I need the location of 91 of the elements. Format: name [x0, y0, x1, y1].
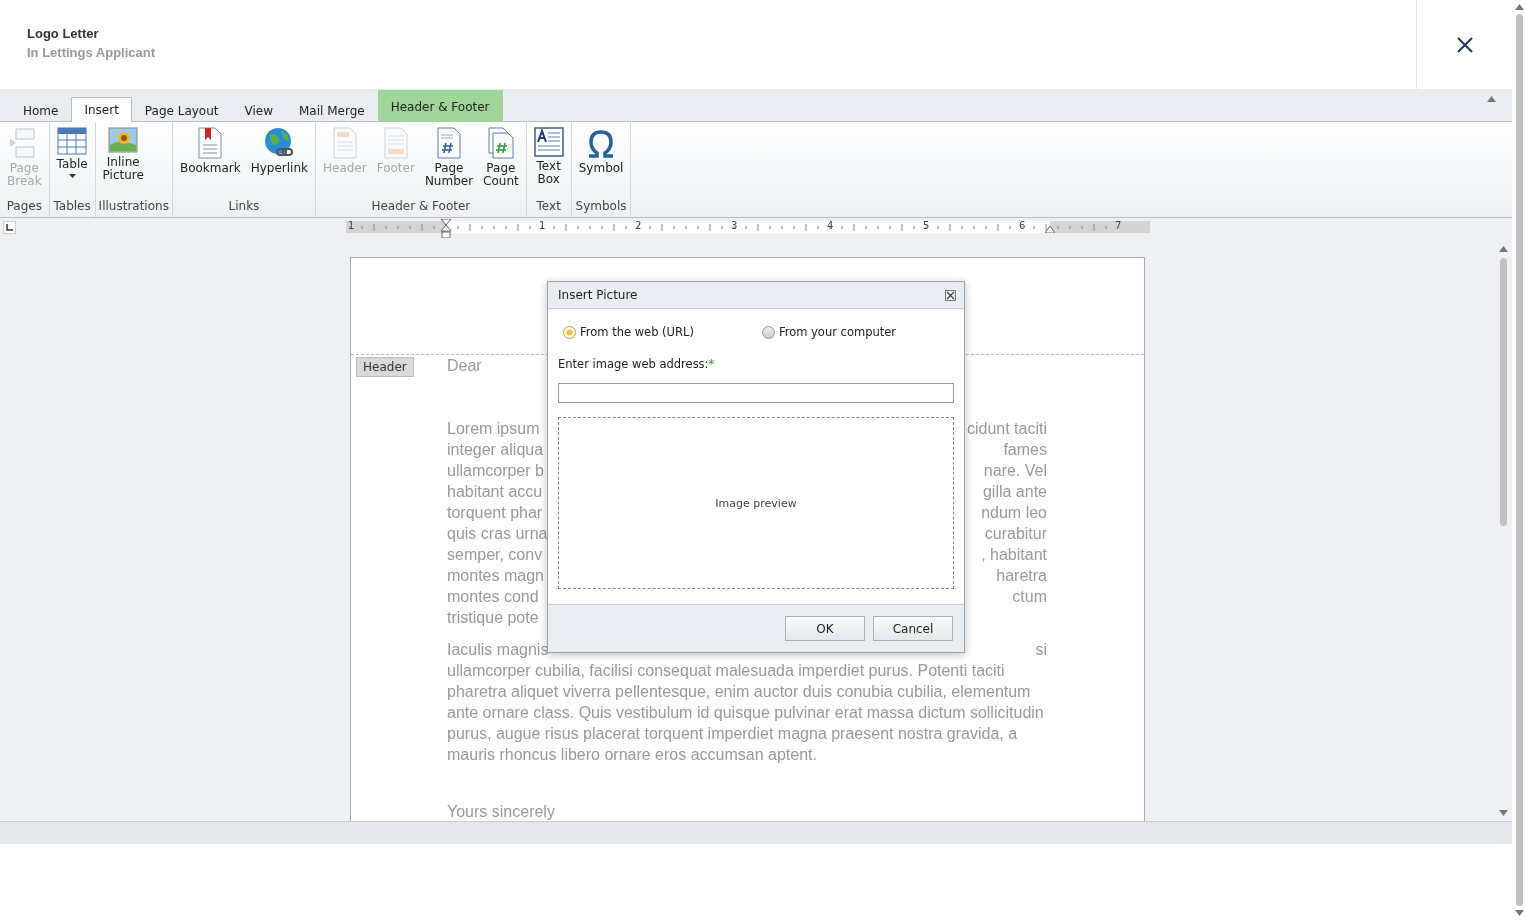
ribbon-tab[interactable]: Mail Merge: [286, 98, 378, 122]
body-text: habitant accu: [447, 482, 543, 502]
body-text: purus, augue risus placerat torquent imperdiet magna praesent nostra gravida, a: [447, 724, 1018, 744]
indent-marker-icon[interactable]: [441, 219, 451, 239]
group-label: Text: [535, 199, 562, 215]
ruler-number: 4: [827, 220, 834, 231]
source-radio[interactable]: From the web (URL): [563, 325, 694, 339]
ribbon-button[interactable]: Page Number: [420, 127, 478, 199]
ruler-number: 7: [1115, 220, 1122, 231]
scroll-down-icon[interactable]: [1498, 810, 1508, 816]
ribbon-tab[interactable]: Insert: [71, 97, 132, 122]
body-text: montes magn: [447, 566, 544, 586]
ribbon-button[interactable]: Hyperlink: [246, 127, 312, 199]
body-text: quis cras urna: [447, 524, 548, 544]
body-text: semper, conv: [447, 545, 543, 565]
ruler-number: 6: [1019, 220, 1026, 231]
document-subtitle: In Lettings Applicant: [27, 44, 157, 60]
body-text: torquent phar: [447, 503, 543, 523]
group-label: Header & Footer: [370, 199, 472, 215]
page-hash-icon: [435, 127, 462, 159]
body-text: tristique pote: [447, 608, 539, 628]
tab-stop-selector[interactable]: [3, 221, 16, 234]
body-text: nare. Vel: [983, 461, 1047, 481]
text-box-icon: [533, 127, 564, 157]
ruler-number: 5: [923, 220, 930, 231]
ribbon-button[interactable]: Table: [52, 127, 92, 199]
ruler-number: 1: [348, 220, 355, 231]
scrollbar-thumb[interactable]: [1515, 14, 1523, 906]
ribbon-tab[interactable]: Page Layout: [131, 98, 232, 122]
body-text: pharetra aliquet viverra pellentesque, enim auctor duis conubia cubilia, elementum: [447, 682, 1031, 702]
body-text: ullamcorper cubilia, facilisi consequat malesuada imperdiet purus. Potenti taciti: [447, 661, 1005, 681]
scroll-up-icon[interactable]: [1514, 4, 1524, 10]
body-text: ctum: [1012, 587, 1047, 607]
url-label: Enter image web address:*: [558, 357, 716, 371]
body-text: ndum leo: [981, 503, 1047, 523]
sunflower-picture-icon: [108, 127, 139, 153]
body-text: gilla ante: [982, 482, 1047, 502]
close-icon[interactable]: [945, 289, 956, 301]
header-icon: [331, 127, 358, 159]
table-icon: [57, 127, 88, 155]
body-text: integer aliqua: [447, 440, 544, 460]
globe-link-icon: [263, 127, 296, 159]
ribbon-button[interactable]: Text Box: [529, 127, 568, 199]
closing-text: Yours sincerely: [447, 802, 556, 821]
url-field[interactable]: [558, 383, 954, 403]
ruler-number: 1: [539, 220, 546, 231]
ruler-number: 3: [731, 220, 738, 231]
body-text: cidunt taciti: [966, 419, 1047, 439]
body-text: fames: [1003, 440, 1047, 460]
body-text: haretra: [996, 566, 1047, 586]
body-text: Lorem ipsum: [447, 419, 540, 439]
tab-stop-icon: [6, 224, 13, 231]
ribbon-tab[interactable]: Header & Footer: [377, 90, 503, 122]
collapse-ribbon-icon[interactable]: [1487, 96, 1496, 102]
dialog-button[interactable]: OK: [785, 616, 865, 641]
ruler-number: 2: [635, 220, 642, 231]
greeting-text: Dear: [447, 356, 482, 376]
ribbon-tab[interactable]: Home: [10, 98, 72, 122]
ribbon-button[interactable]: Inline Picture: [98, 127, 148, 199]
ribbon-button[interactable]: Page Count: [479, 127, 523, 199]
scroll-up-icon[interactable]: [1498, 246, 1508, 252]
body-text: montes cond: [447, 587, 539, 607]
bookmark-icon: [197, 127, 224, 159]
document-scrollbar[interactable]: [1496, 246, 1510, 816]
preview-text: Image preview: [715, 496, 797, 510]
group-label: Pages: [5, 199, 43, 215]
body-text: curabitur: [984, 524, 1047, 544]
ribbon-button[interactable]: Bookmark: [175, 127, 245, 199]
group-label: Symbols: [574, 199, 628, 215]
dialog-button[interactable]: Cancel: [873, 616, 953, 641]
right-indent-marker-icon[interactable]: [1045, 225, 1055, 233]
body-text: ullamcorper b: [447, 461, 544, 481]
body-text: ante ornare class. Quis vestibulum id quisque pulvinar erat massa dictum sollicitudin: [447, 703, 1044, 723]
body-text: , habitant: [981, 545, 1047, 565]
header-tag: Header: [356, 357, 414, 377]
ribbon-button[interactable]: Symbol: [574, 127, 628, 199]
group-label: Illustrations: [98, 199, 169, 215]
scrollbar-thumb[interactable]: [1499, 258, 1507, 526]
close-icon: [1456, 36, 1473, 53]
body-text: si: [1035, 640, 1047, 660]
scroll-down-icon[interactable]: [1514, 910, 1524, 916]
document-title: Logo Letter: [27, 25, 100, 41]
pages-hash-icon: [486, 127, 515, 159]
footer-icon: [382, 127, 409, 159]
dialog-title: Insert Picture: [558, 288, 638, 302]
body-text: mauris rhoncus libero ornare eros accumsan aptent.: [447, 745, 817, 765]
group-label: Links: [227, 199, 261, 215]
body-text: Iaculis magnis: [447, 640, 549, 660]
ribbon-tab[interactable]: View: [231, 98, 286, 122]
source-radio[interactable]: From your computer: [761, 325, 897, 339]
group-label: Tables: [52, 199, 92, 215]
